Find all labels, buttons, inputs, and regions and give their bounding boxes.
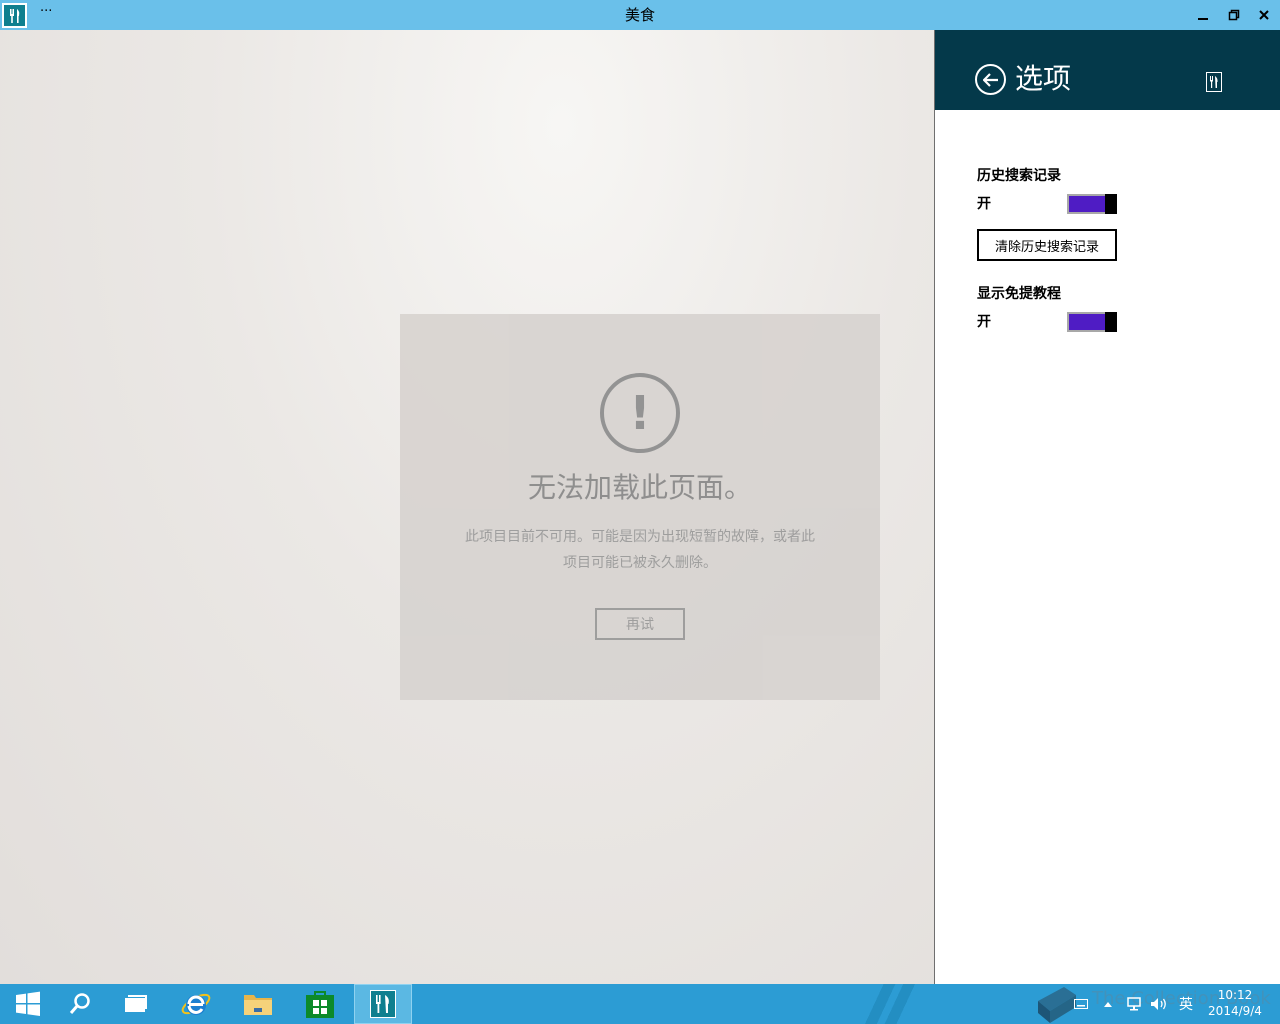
taskbar-decoration (860, 984, 920, 1024)
volume-icon[interactable] (1148, 984, 1170, 1024)
window-title: 美食 (624, 6, 655, 24)
tutorial-label: 显示免提教程 (977, 286, 1061, 302)
error-title: 无法加载此页面。 (527, 471, 752, 504)
tutorial-toggle[interactable] (1067, 312, 1117, 332)
restore-button[interactable] (1221, 4, 1247, 26)
food-app-icon (1206, 72, 1222, 92)
warning-icon: ! (600, 373, 680, 453)
search-history-toggle[interactable] (1067, 194, 1117, 214)
clear-search-history-button[interactable]: 清除历史搜索记录 (977, 229, 1117, 261)
taskbar: The Collection Book 英 10:12 2014/9/4 (0, 984, 1280, 1024)
food-app-taskbar-icon[interactable] (354, 984, 412, 1024)
search-history-label: 历史搜索记录 (977, 168, 1061, 184)
store-icon[interactable] (292, 984, 348, 1024)
clock-time: 10:12 (1217, 988, 1253, 1002)
keyboard-icon[interactable] (1072, 984, 1090, 1024)
ime-indicator[interactable]: 英 (1174, 984, 1198, 1024)
settings-title: 选项 (1015, 62, 1072, 95)
start-button[interactable] (0, 984, 56, 1024)
network-icon[interactable] (1124, 984, 1144, 1024)
task-view-icon[interactable] (108, 984, 164, 1024)
clock-date: 2014/9/4 (1208, 1004, 1262, 1018)
settings-pane: 选项 历史搜索记录 开 清除历史搜索记录 显示免提教程 开 (934, 30, 1280, 984)
tutorial-state: 开 (977, 314, 991, 330)
internet-explorer-icon[interactable] (168, 984, 224, 1024)
back-button[interactable] (975, 64, 1006, 95)
error-message: 此项目目前不可用。可能是因为出现短暂的故障，或者此项目可能已被永久删除。 (465, 529, 815, 571)
retry-button[interactable]: 再试 (595, 608, 685, 640)
file-explorer-icon[interactable] (230, 984, 286, 1024)
minimize-button[interactable] (1190, 4, 1216, 26)
clock[interactable]: 10:12 2014/9/4 (1200, 987, 1270, 1019)
title-bar: ··· 美食 (0, 0, 1280, 30)
chevron-up-icon[interactable] (1099, 984, 1117, 1024)
main-content: ! 无法加载此页面。 此项目目前不可用。可能是因为出现短暂的故障，或者此项目可能… (0, 30, 934, 984)
toggle-thumb (1105, 194, 1117, 214)
search-icon[interactable] (52, 984, 108, 1024)
error-panel: ! 无法加载此页面。 此项目目前不可用。可能是因为出现短暂的故障，或者此项目可能… (400, 314, 880, 700)
close-button[interactable] (1251, 4, 1277, 26)
settings-header: 选项 (935, 30, 1280, 110)
search-history-state: 开 (977, 196, 991, 212)
toggle-thumb (1105, 312, 1117, 332)
